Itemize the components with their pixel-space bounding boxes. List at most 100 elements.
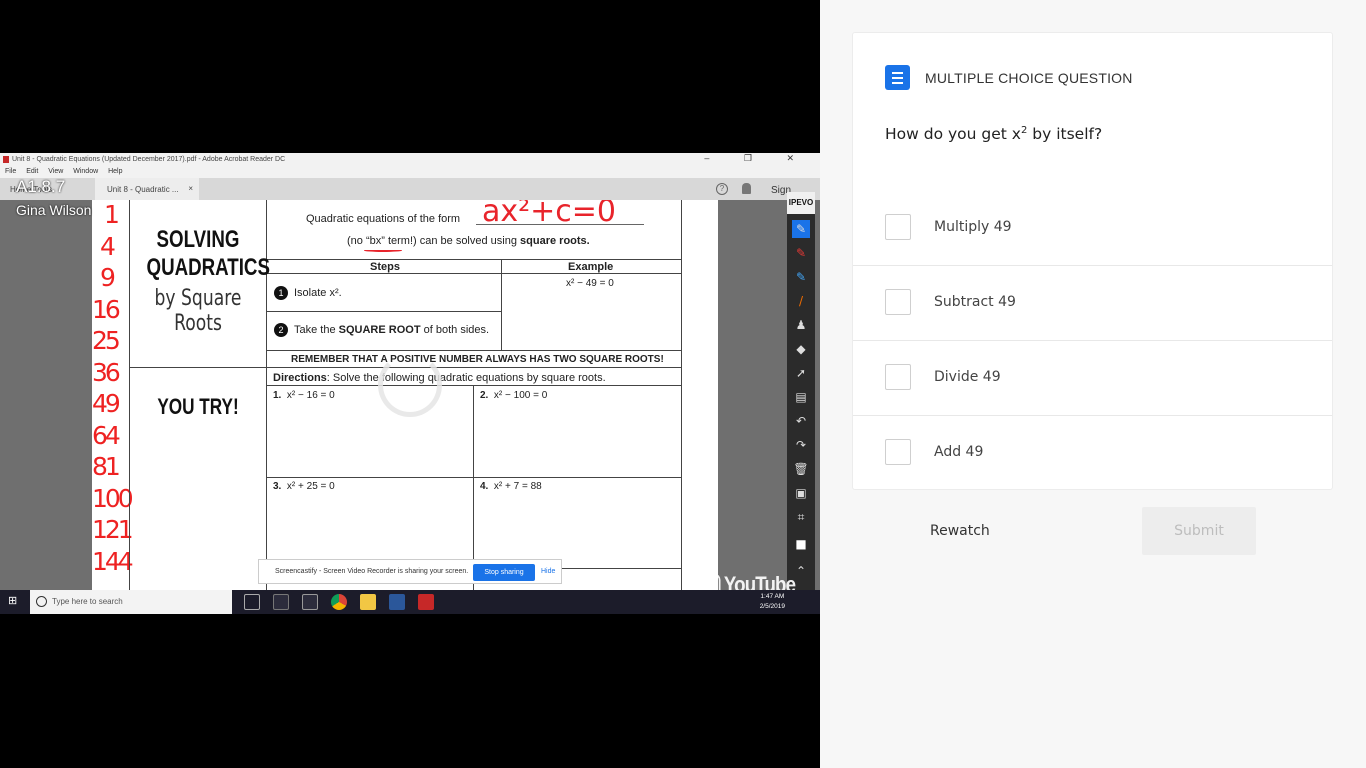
option-checkbox[interactable] [885,214,911,240]
pen-mode-icon: ✎ [792,220,810,238]
step-2-number: 2 [274,323,288,337]
redo-icon: ↷ [795,438,807,452]
undo-icon: ↶ [795,414,807,428]
step-2-bold: SQUARE ROOT [338,323,421,336]
clock-date: 2/5/2019 [759,603,785,610]
step-2-end: of both sides. [423,323,490,336]
annotation-toolbar: IPEVO ✎ ✎ ✎ / ♟ ◆ ➚ ▤ ↶ ↷ 🗑 ▣ ⌗ ■ ⌃ [787,192,815,590]
snipping-tool-icon [273,594,289,610]
menu-window: Window [73,168,99,175]
taskbar-search-text: Type here to search [52,597,123,606]
submit-button[interactable]: Submit [1142,507,1256,555]
window-title: Unit 8 - Quadratic Equations (Updated De… [12,156,286,163]
acrobat-title-bar: Unit 8 - Quadratic Equations (Updated De… [0,153,820,167]
directions-label: Directions [273,372,327,384]
screen-app-icon [302,594,318,610]
question-card: MULTIPLE CHOICE QUESTION How do you get … [852,32,1333,490]
app-root: Unit 8 - Quadratic Equations (Updated De… [0,0,1366,768]
square-number: 36 [92,357,121,387]
crop-icon: ⌗ [797,510,805,524]
square-number: 25 [92,326,121,355]
option-checkbox[interactable] [885,439,911,465]
answer-option-multiply[interactable]: Multiply 49 [853,191,1332,266]
pointer-icon: ➚ [795,366,807,380]
option-label: Multiply 49 [934,219,1012,235]
windows-taskbar: ⊞ Type here to search 1:47 AM 2/5/2019 [0,590,820,614]
square-number: 81 [92,452,121,481]
red-underline [364,249,402,252]
screen-share-bar: Screencastify - Screen Video Recorder is… [258,559,562,584]
option-checkbox[interactable] [885,364,911,390]
question-suffix: by itself? [1027,125,1103,144]
square-number: 64 [92,420,121,450]
quiz-panel: MULTIPLE CHOICE QUESTION How do you get … [820,0,1366,768]
acrobat-tab-bar: Home Tools Unit 8 - Quadratic ... × ? Si… [0,178,820,200]
menu-view: View [48,168,64,175]
problem-equation: x² + 7 = 88 [493,481,542,492]
stop-sharing-button: Stop sharing [473,564,535,581]
close-icon: × [188,184,193,193]
option-label: Subtract 49 [934,294,1016,310]
clock-time: 1:47 AM [760,593,785,600]
square-number: 1 [104,200,120,229]
bell-icon [742,183,751,194]
help-icon: ? [716,183,728,195]
question-type-label: MULTIPLE CHOICE QUESTION [925,70,1133,86]
sheet-title-line1: SOLVING [156,226,240,253]
menu-edit: Edit [26,168,39,175]
rewatch-button[interactable]: Rewatch [930,523,990,539]
blue-pen-icon: ✎ [795,270,807,284]
step-2-text: Take the [294,323,336,336]
taskbar-search: Type here to search [30,590,232,614]
square-number: 16 [92,294,121,324]
question-prefix: How do you get x [885,125,1021,144]
pdf-icon [3,156,9,163]
window-controls: – ❐ ✕ [704,153,810,163]
option-label: Add 49 [934,444,984,460]
cortana-icon [36,596,47,607]
image-icon: ▣ [795,486,807,500]
document-tab-label: Unit 8 - Quadratic ... [107,185,179,194]
clipboard-icon: ▤ [795,390,807,404]
task-view-icon [244,594,260,610]
taskbar-clock: 1:47 AM 2/5/2019 [760,592,785,612]
intro-line1: Quadratic equations of the form [306,213,461,225]
handwritten-standard-form: ax²+c=0 [482,200,617,229]
intro-line2-text: (no “bx” term!) can be solved using [347,235,517,247]
sheet-subtitle: by Square Roots [154,286,242,336]
highlighter-icon: / [798,294,804,308]
trash-icon: 🗑 [793,462,809,476]
problem-number: 4. [480,481,489,492]
eraser-icon: ◆ [796,342,806,356]
intro-line2: (no “bx” term!) can be solved using squa… [347,235,590,247]
problem-equation: x² − 16 = 0 [286,390,335,401]
question-text: How do you get x2 by itself? [885,125,1102,143]
square-number: 9 [100,263,116,292]
answer-option-subtract[interactable]: Subtract 49 [853,266,1332,341]
answer-option-add[interactable]: Add 49 [853,416,1332,491]
intro-line2-bold: square roots. [520,235,590,247]
answer-option-divide[interactable]: Divide 49 [853,341,1332,416]
menu-help: Help [108,168,123,175]
acrobat-icon [418,594,434,610]
camera-icon: ■ [795,537,807,551]
steps-header: Steps [370,261,400,273]
chrome-icon [331,594,347,610]
author-name: Gina Wilson [16,202,92,218]
problem-number: 3. [273,481,282,492]
file-explorer-icon [360,594,376,610]
toolbar-title: IPEVO [787,192,815,214]
step-1-text: Isolate x². [294,286,342,299]
document-tab: Unit 8 - Quadratic ... × [95,178,199,200]
hide-share-link: Hide [541,568,556,575]
problem-1: 1. x² − 16 = 0 [273,390,335,401]
option-checkbox[interactable] [885,289,911,315]
list-icon [885,65,910,90]
handwritten-square-numbers: 1 4 9 16 25 36 49 64 81 100 121 144 [92,200,134,578]
stamp-icon: ♟ [795,318,807,332]
sheet-title-line2: QUADRATICS [146,254,270,281]
video-player[interactable]: Unit 8 - Quadratic Equations (Updated De… [0,0,820,768]
lesson-code: A1.8.7 [16,177,66,196]
problem-number: 2. [480,390,489,401]
square-number: 4 [100,231,116,261]
